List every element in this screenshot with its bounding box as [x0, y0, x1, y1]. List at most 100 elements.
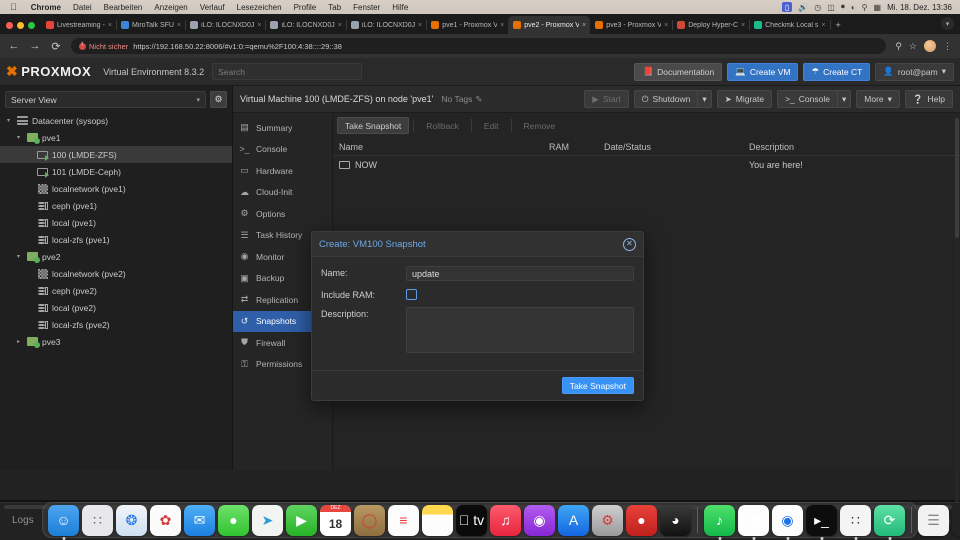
menu-item-lesezeichen[interactable]: Lesezeichen: [231, 3, 288, 12]
address-bar[interactable]: Nicht sicher https://192.168.50.22:8006/…: [71, 38, 887, 54]
zoom-search-icon[interactable]: ⚲: [895, 41, 902, 52]
kebab-menu-icon[interactable]: ⋮: [943, 41, 952, 52]
dock-icon-app-store[interactable]: A: [558, 504, 589, 536]
edit-button[interactable]: Edit: [476, 117, 507, 134]
vm-nav-item-options[interactable]: ⚙ Options: [233, 203, 332, 225]
browser-tab[interactable]: pve1 - Proxmox V ×: [426, 16, 510, 34]
clock-icon[interactable]: ◷: [814, 3, 821, 12]
battery-icon[interactable]: ◫: [827, 3, 835, 12]
reload-icon[interactable]: ⟳: [50, 40, 62, 53]
tree-item-local-pve1[interactable]: local (pve1): [0, 214, 232, 231]
shutdown-button[interactable]: ⏻ Shutdown: [633, 90, 698, 108]
dock-icon-tv[interactable]:  tv: [456, 504, 487, 536]
tree-item-pve3[interactable]: ▸ pve3: [0, 333, 232, 350]
dock-icon-facetime[interactable]: ▶: [286, 504, 317, 536]
zoom-window-button[interactable]: [28, 22, 35, 29]
tree-item-101-lmde-ceph[interactable]: 101 (LMDE-Ceph): [0, 163, 232, 180]
create-vm-button[interactable]: 💻 Create VM: [727, 62, 799, 81]
more-button[interactable]: More ▾: [856, 90, 900, 108]
tab-close-icon[interactable]: ×: [257, 22, 261, 29]
help-button[interactable]: ❔ Help: [904, 90, 953, 108]
tree-item-local-zfs-pve1[interactable]: local-zfs (pve1): [0, 231, 232, 248]
spotlight-icon[interactable]: ⚲: [862, 3, 868, 12]
dock-icon-calculator[interactable]: ∷: [840, 504, 871, 536]
browser-tab[interactable]: MiroTalk SFU ×: [116, 16, 187, 34]
browser-tab[interactable]: Deploy Hyper-C ×: [672, 16, 751, 34]
tab-close-icon[interactable]: ×: [418, 22, 422, 29]
main-vertical-scrollbar[interactable]: [955, 118, 959, 518]
browser-tab[interactable]: Checkmk Local s ×: [749, 16, 831, 34]
tab-close-icon[interactable]: ×: [741, 22, 745, 29]
tree-expand-arrow-icon[interactable]: ▸: [14, 338, 23, 345]
proxmox-logo[interactable]: ✖ PROXMOX: [6, 63, 91, 80]
browser-tab[interactable]: iLO: ILOCNXD0J ×: [265, 16, 347, 34]
dock-icon-calendar[interactable]: DEZ 18: [320, 504, 351, 536]
apple-menu-icon[interactable]: : [6, 2, 25, 12]
name-input[interactable]: update: [406, 266, 634, 281]
tree-item-pve1[interactable]: ▾ pve1: [0, 129, 232, 146]
dock-icon-notes[interactable]: [422, 504, 453, 536]
tab-close-icon[interactable]: ×: [821, 22, 825, 29]
browser-tab[interactable]: iLO: ILOCNXD0J ×: [346, 16, 428, 34]
control-center-icon[interactable]: ⏺: [841, 2, 845, 12]
dock-icon-mail[interactable]: ✉: [184, 504, 215, 536]
dock-icon-messages[interactable]: ●: [218, 504, 249, 536]
vm-nav-item-hardware[interactable]: ▭ Hardware: [233, 160, 332, 182]
menu-item-datei[interactable]: Datei: [67, 3, 98, 12]
dock-icon-sync-app[interactable]: ⟳: [874, 504, 905, 536]
dock-icon-photos[interactable]: ✿: [150, 504, 181, 536]
menu-item-fenster[interactable]: Fenster: [347, 3, 386, 12]
back-arrow-icon[interactable]: ←: [8, 40, 20, 52]
menu-item-bearbeiten[interactable]: Bearbeiten: [98, 3, 149, 12]
tab-close-icon[interactable]: ×: [108, 22, 112, 29]
include-ram-checkbox[interactable]: [406, 289, 417, 300]
tree-item-local-pve2[interactable]: local (pve2): [0, 299, 232, 316]
dock-icon-chrome[interactable]: ◉: [772, 504, 803, 536]
browser-tab[interactable]: pve3 - Proxmox V ×: [590, 16, 674, 34]
search-input[interactable]: Search: [212, 63, 363, 80]
not-secure-badge[interactable]: Nicht sicher: [79, 42, 128, 51]
wifi-icon[interactable]: ◐: [851, 3, 856, 12]
dock-icon-spotify[interactable]: ♪: [704, 504, 735, 536]
shutdown-caret-button[interactable]: ▾: [697, 90, 712, 108]
new-tab-button[interactable]: +: [830, 20, 847, 34]
take-snapshot-submit-button[interactable]: Take Snapshot: [561, 377, 634, 394]
menu-item-hilfe[interactable]: Hilfe: [386, 3, 414, 12]
dock-icon-music[interactable]: ♫: [490, 504, 521, 536]
menu-item-chrome[interactable]: Chrome: [25, 3, 67, 12]
dock-icon-document-file[interactable]: ☰: [918, 504, 949, 536]
tab-close-icon[interactable]: ×: [338, 22, 342, 29]
vm-nav-item-summary[interactable]: ▤ Summary: [233, 117, 332, 139]
user-menu-button[interactable]: 👤 root@pam ▾: [875, 62, 954, 81]
remove-button[interactable]: Remove: [516, 117, 564, 134]
screen-share-icon[interactable]: ▯: [781, 2, 793, 12]
column-header-ram[interactable]: RAM: [543, 139, 598, 156]
dock-icon-terminal[interactable]: ▸_: [806, 504, 837, 536]
star-icon[interactable]: ☆: [909, 41, 917, 52]
dock-icon-safari[interactable]: ❂: [116, 504, 147, 536]
tree-item-localnetwork-pve2[interactable]: localnetwork (pve2): [0, 265, 232, 282]
close-window-button[interactable]: [6, 22, 13, 29]
console-button[interactable]: >_ Console: [777, 90, 837, 108]
menu-item-profile[interactable]: Profile: [288, 3, 323, 12]
dock-icon-red-flower-app[interactable]: ✸: [738, 504, 769, 536]
avatar-icon[interactable]: [924, 40, 936, 52]
gear-icon[interactable]: ⚙: [210, 91, 227, 108]
volume-icon[interactable]: 🔊: [798, 3, 808, 12]
forward-arrow-icon[interactable]: →: [29, 40, 41, 52]
menu-item-anzeigen[interactable]: Anzeigen: [148, 3, 193, 12]
description-textarea[interactable]: [406, 307, 634, 353]
dock-icon-reminders[interactable]: ≡: [388, 504, 419, 536]
server-view-select[interactable]: Server View ▾: [5, 91, 206, 108]
tree-item-ceph-pve1[interactable]: ceph (pve1): [0, 197, 232, 214]
take-snapshot-button[interactable]: Take Snapshot: [337, 117, 410, 134]
column-header-name[interactable]: Name: [333, 139, 543, 156]
menu-item-verlauf[interactable]: Verlauf: [194, 3, 231, 12]
documentation-button[interactable]: 📕 Documentation: [634, 62, 723, 81]
tree-item-ceph-pve2[interactable]: ceph (pve2): [0, 282, 232, 299]
tab-close-icon[interactable]: ×: [664, 22, 668, 29]
tab-close-icon[interactable]: ×: [500, 22, 504, 29]
menubar-clock[interactable]: Mi. 18. Dez. 13:36: [887, 3, 952, 12]
tree-expand-arrow-icon[interactable]: ▾: [14, 134, 23, 141]
tree-item-100-lmde-zfs[interactable]: 100 (LMDE-ZFS): [0, 146, 232, 163]
